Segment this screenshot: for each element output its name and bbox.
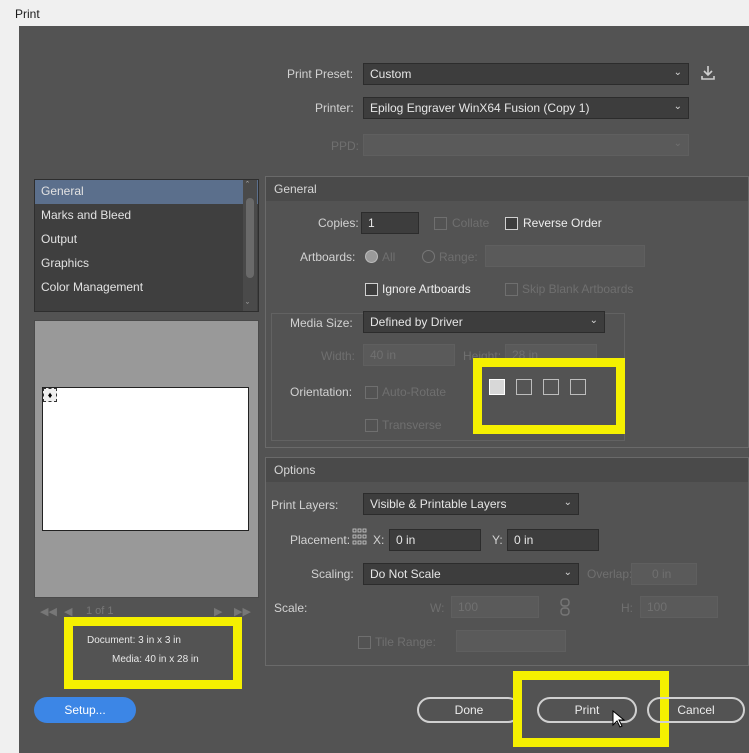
ppd-label: PPD: <box>331 139 360 153</box>
artwork-thumbnail: ♦ <box>43 388 57 402</box>
print-preset-value: Custom <box>370 67 412 81</box>
transverse-checkbox[interactable] <box>365 419 378 432</box>
placement-x-label: X: <box>373 533 385 547</box>
print-layers-label: Print Layers: <box>271 498 339 512</box>
chevron-down-icon: ⌄ <box>673 101 682 112</box>
artboards-range-input <box>485 245 645 267</box>
overlap-label: Overlap: <box>587 567 633 581</box>
placement-y-input[interactable]: 0 in <box>507 529 599 551</box>
orientation-highlight <box>473 358 625 434</box>
sidebar-item-output[interactable]: Output <box>35 228 258 252</box>
scale-label: Scale: <box>274 601 308 615</box>
placement-y-label: Y: <box>492 533 503 547</box>
scale-h-input: 100 <box>640 596 718 618</box>
first-page-icon[interactable]: ◀◀ <box>40 605 57 618</box>
general-section-title: General <box>266 177 748 201</box>
print-preset-select[interactable]: Custom ⌄ <box>363 63 689 85</box>
overlap-input: 0 in <box>631 563 697 585</box>
document-size-info: Document: 3 in x 3 in <box>87 635 181 646</box>
tile-range-input <box>456 630 566 652</box>
portrait-flipped-orientation-icon[interactable] <box>543 379 559 395</box>
chevron-down-icon: ⌄ <box>563 567 572 578</box>
done-button[interactable]: Done <box>417 697 521 723</box>
print-layers-select[interactable]: Visible & Printable Layers ⌄ <box>363 493 579 515</box>
scale-w-input: 100 <box>451 596 539 618</box>
ppd-select: ⌄ <box>363 134 689 156</box>
reverse-order-checkbox[interactable] <box>505 217 518 230</box>
placement-label: Placement: <box>290 533 351 547</box>
landscape-orientation-icon[interactable] <box>516 379 532 395</box>
width-input: 40 in <box>363 344 455 366</box>
artboards-label: Artboards: <box>300 250 356 264</box>
chevron-down-icon: ⌄ <box>589 315 598 326</box>
scale-w-label: W: <box>430 601 445 615</box>
mouse-cursor-icon <box>612 709 626 728</box>
scaling-select[interactable]: Do Not Scale ⌄ <box>363 563 579 585</box>
auto-rotate-label: Auto-Rotate <box>382 385 447 399</box>
save-preset-icon[interactable] <box>699 64 717 82</box>
auto-rotate-checkbox[interactable] <box>365 386 378 399</box>
printer-value: Epilog Engraver WinX64 Fusion (Copy 1) <box>370 101 590 115</box>
placement-grid-icon[interactable] <box>352 527 368 547</box>
chevron-down-icon: ⌄ <box>673 138 682 149</box>
print-preset-label: Print Preset: <box>287 67 354 81</box>
sidebar-item-graphics[interactable]: Graphics <box>35 252 258 276</box>
chevron-down-icon: ⌄ <box>673 67 682 78</box>
printer-label: Printer: <box>315 101 354 115</box>
media-size-info: Media: 40 in x 28 in <box>112 654 199 665</box>
copies-label: Copies: <box>318 216 359 230</box>
skip-blank-checkbox[interactable] <box>505 283 518 296</box>
skip-blank-label: Skip Blank Artboards <box>522 282 634 296</box>
scaling-label: Scaling: <box>311 567 354 581</box>
collate-label: Collate <box>452 216 490 230</box>
chevron-up-icon[interactable]: ˆ <box>246 180 249 190</box>
ignore-artboards-checkbox[interactable] <box>365 283 378 296</box>
scrollbar-thumb[interactable] <box>246 198 254 278</box>
width-label: Width: <box>321 349 356 363</box>
chevron-down-icon[interactable]: ˇ <box>246 301 249 311</box>
artboards-all-label: All <box>382 250 396 264</box>
sidebar-item-marks-bleed[interactable]: Marks and Bleed <box>35 204 258 228</box>
category-list[interactable]: General Marks and Bleed Output Graphics … <box>34 179 259 312</box>
category-list-scrollbar[interactable]: ˆ ˇ <box>243 180 257 311</box>
link-scale-icon[interactable] <box>559 597 571 617</box>
tile-range-checkbox[interactable] <box>358 636 371 649</box>
preview-info-highlight <box>64 617 242 689</box>
transverse-label: Transverse <box>382 418 442 432</box>
media-size-select[interactable]: Defined by Driver ⌄ <box>363 311 605 333</box>
media-size-label: Media Size: <box>290 316 353 330</box>
print-dialog: Print Preset: Custom ⌄ Printer: Epilog E… <box>19 26 749 753</box>
window-title: Print <box>0 0 749 26</box>
sidebar-item-general[interactable]: General <box>35 180 258 204</box>
ignore-artboards-label: Ignore Artboards <box>382 282 471 296</box>
sidebar-item-color-management[interactable]: Color Management <box>35 276 258 300</box>
tile-range-label: Tile Range: <box>375 635 436 649</box>
reverse-order-label: Reverse Order <box>523 216 602 230</box>
artboards-range-radio[interactable] <box>422 250 435 263</box>
preview-page: ♦ <box>42 387 249 531</box>
page-indicator: 1 of 1 <box>86 605 114 617</box>
cancel-button[interactable]: Cancel <box>647 697 745 723</box>
setup-button[interactable]: Setup... <box>34 697 136 723</box>
printer-select[interactable]: Epilog Engraver WinX64 Fusion (Copy 1) ⌄ <box>363 97 689 119</box>
orientation-label: Orientation: <box>290 385 353 399</box>
scale-h-label: H: <box>621 601 633 615</box>
artboards-range-label: Range: <box>439 250 478 264</box>
placement-x-input[interactable]: 0 in <box>389 529 481 551</box>
collate-checkbox[interactable] <box>434 217 447 230</box>
print-preview: ♦ <box>34 320 259 598</box>
copies-input[interactable]: 1 <box>361 212 419 234</box>
chevron-down-icon: ⌄ <box>563 497 572 508</box>
portrait-orientation-icon[interactable] <box>489 379 505 395</box>
artboards-all-radio[interactable] <box>365 250 378 263</box>
landscape-flipped-orientation-icon[interactable] <box>570 379 586 395</box>
options-section-title: Options <box>266 458 748 482</box>
